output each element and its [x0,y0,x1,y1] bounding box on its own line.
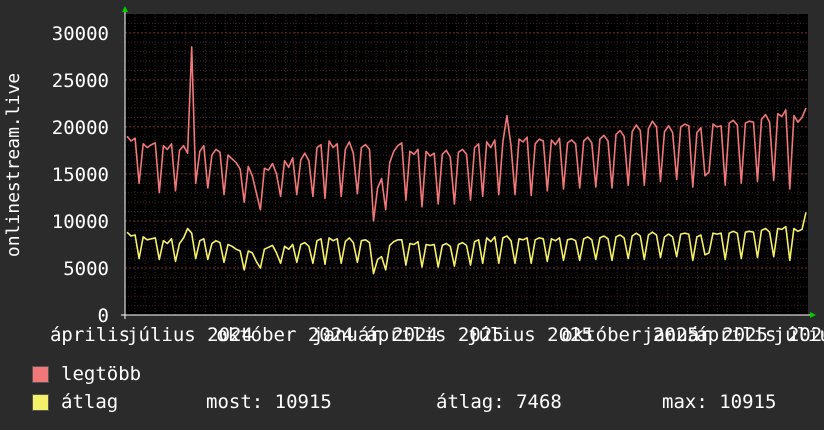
y-axis-title: onlinestream.live [3,73,24,257]
legend-item-max: legtöbb [32,363,141,385]
stat-current: most: 10915 [206,391,332,413]
legend-label-max: legtöbb [61,363,142,385]
y-tick-label: 30000 [52,23,109,45]
legend-swatch-max [32,365,49,383]
legend-swatch-avg [32,393,49,411]
y-tick-label: 15000 [52,164,109,186]
legend-item-avg: átlag [32,391,118,413]
y-tick-label: 20000 [52,117,109,139]
x-axis-arrow-icon [810,312,816,318]
y-tick-label: 25000 [52,70,109,92]
legend-label-avg: átlag [61,391,119,413]
x-tick-label: július [774,324,824,346]
x-tick-label: április [50,324,130,346]
y-axis-arrow-icon [122,6,128,12]
stat-maximum: max: 10915 [662,391,777,413]
stat-average: átlag: 7468 [436,391,562,413]
y-tick-label: 10000 [52,211,109,233]
y-tick-label: 5000 [63,258,109,280]
chart: 050001000015000200002500030000onlinestre… [3,6,824,346]
